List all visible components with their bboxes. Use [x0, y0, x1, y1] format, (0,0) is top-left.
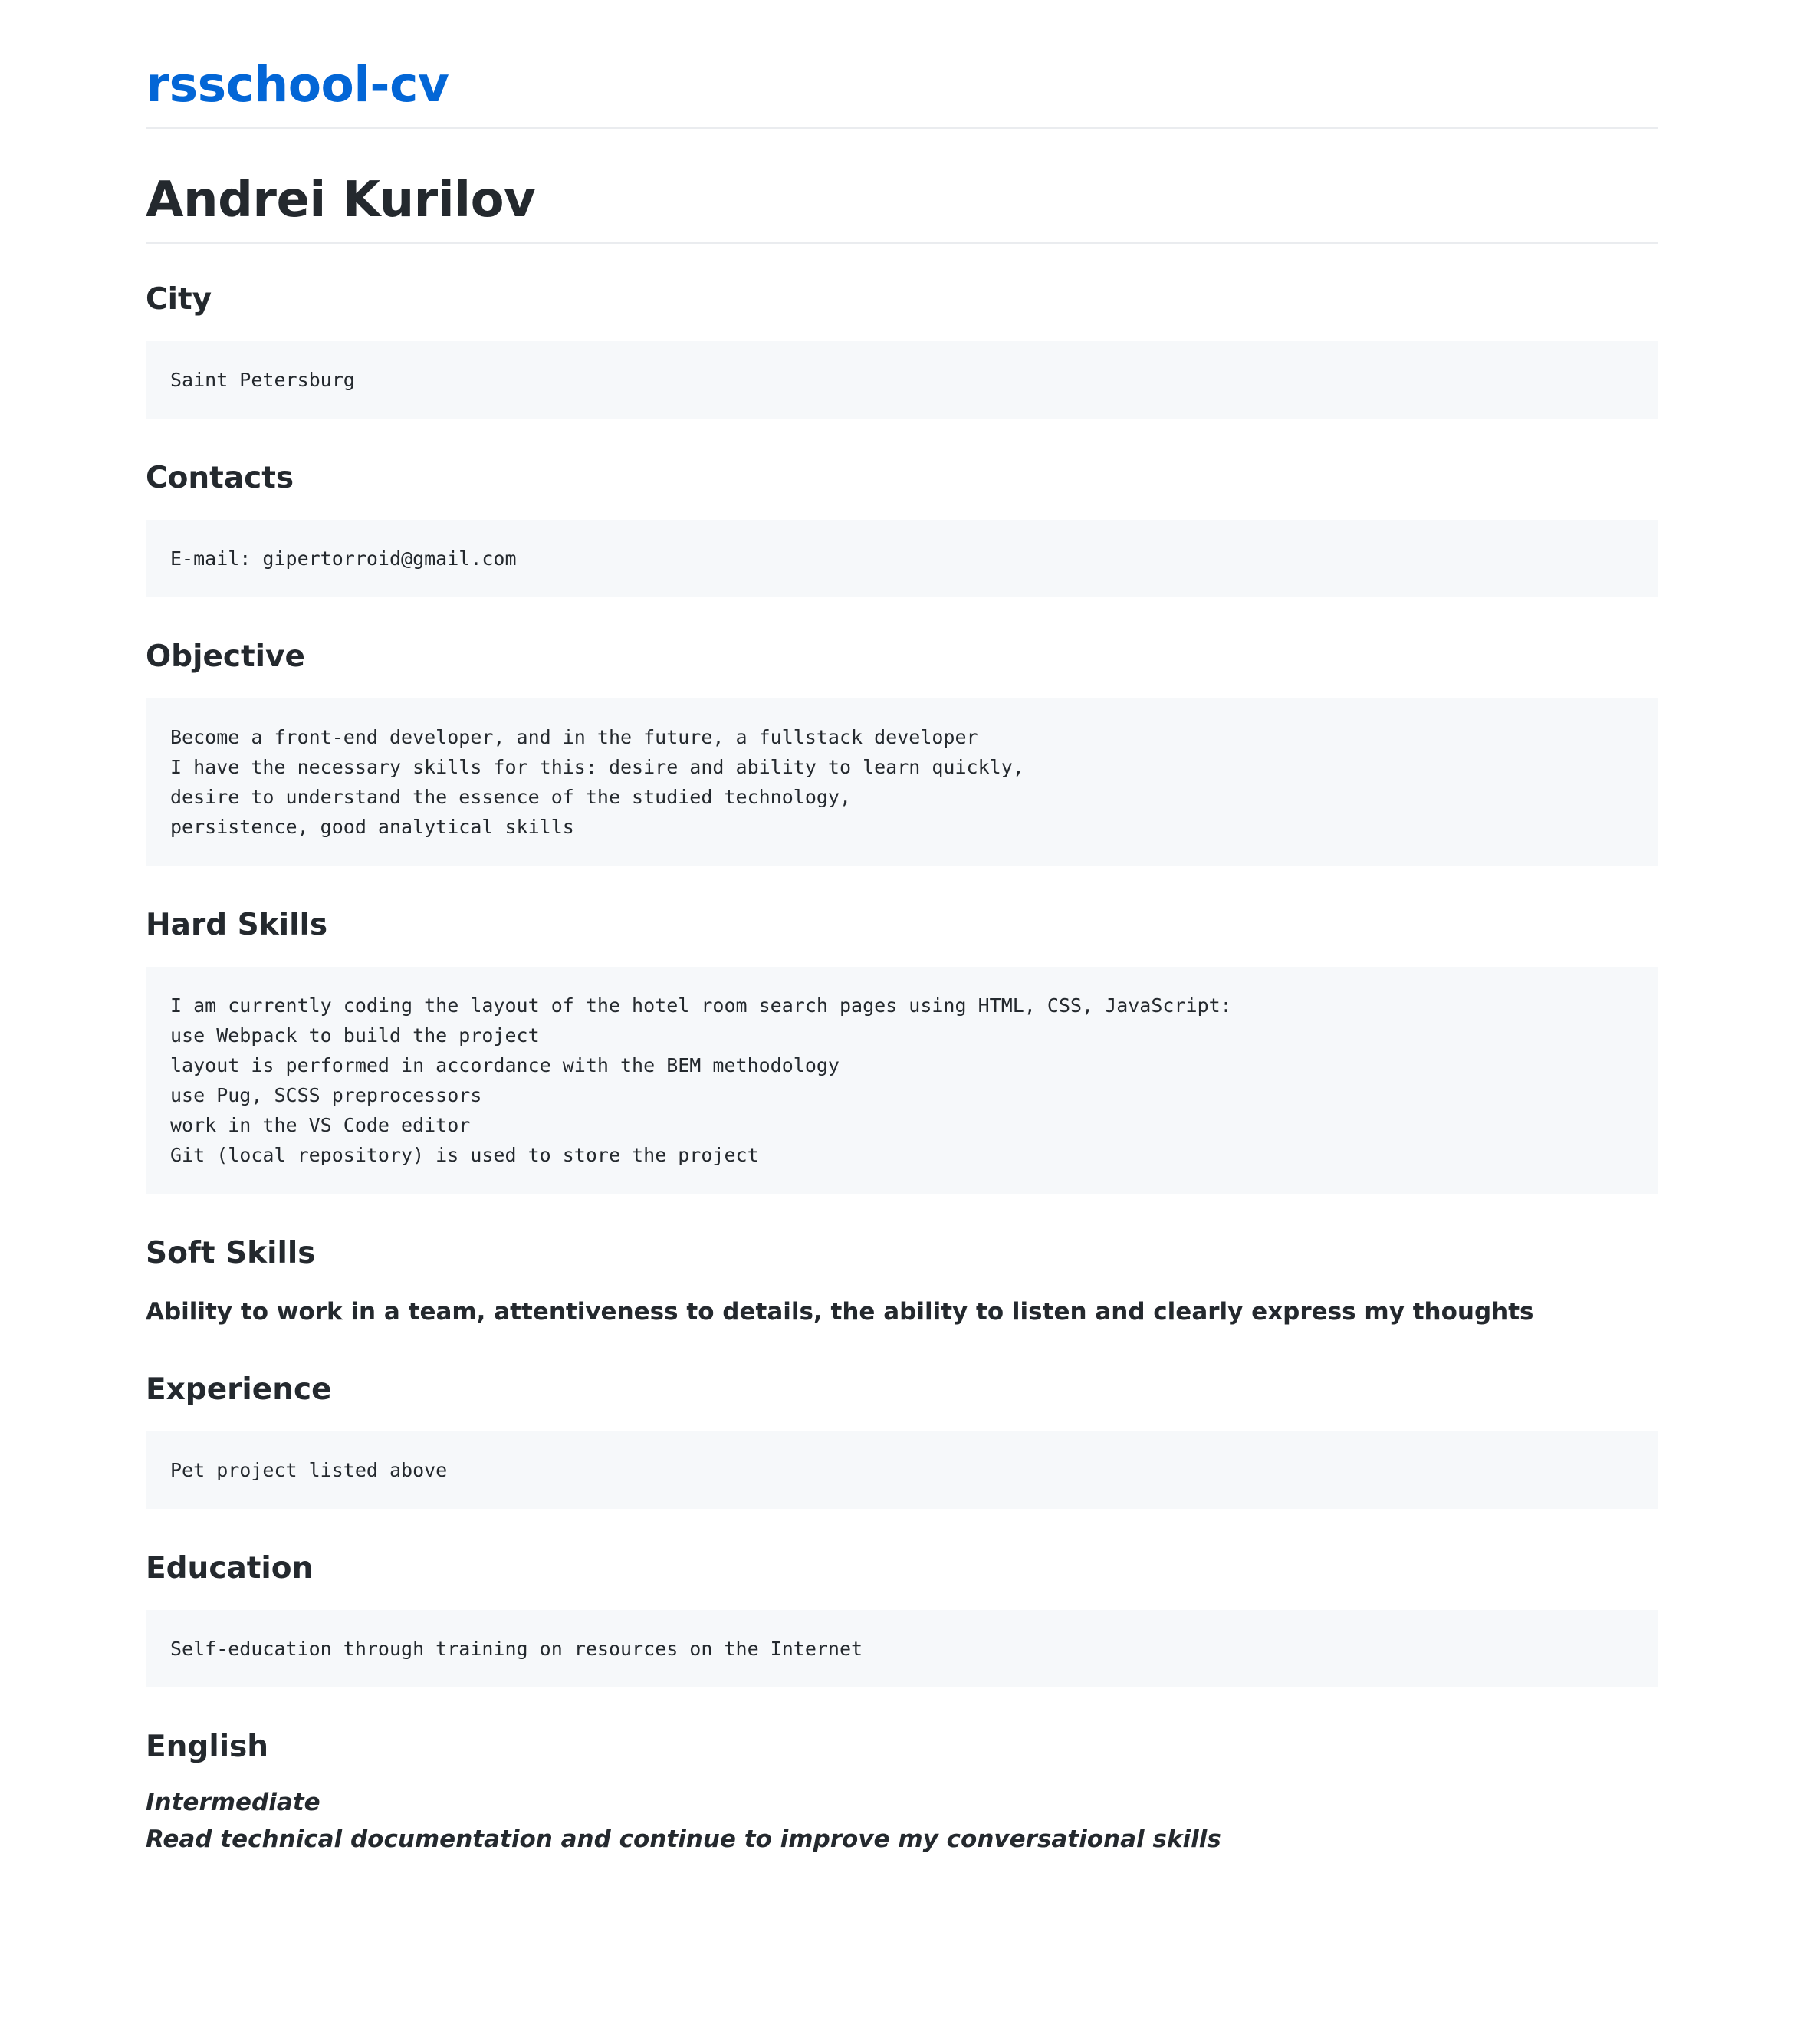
code-block-experience: Pet project listed above [146, 1431, 1658, 1509]
section-contacts: Contacts E-mail: gipertorroid@gmail.com [146, 458, 1658, 597]
section-objective: Objective Become a front-end developer, … [146, 637, 1658, 866]
code-line: Self-education through training on resou… [170, 1638, 863, 1660]
section-heading-hard-skills: Hard Skills [146, 908, 328, 942]
english-note: Read technical documentation and continu… [146, 1825, 1221, 1853]
section-soft-skills: Soft Skills Ability to work in a team, a… [146, 1234, 1658, 1330]
section-heading-education: Education [146, 1551, 314, 1586]
soft-skills-text: Ability to work in a team, attentiveness… [146, 1298, 1534, 1326]
code-block-contacts: E-mail: gipertorroid@gmail.com [146, 520, 1658, 597]
section-city: City Saint Petersburg [146, 280, 1658, 419]
section-experience: Experience Pet project listed above [146, 1370, 1658, 1509]
code-block-objective: Become a front-end developer, and in the… [146, 698, 1658, 866]
code-line: Saint Petersburg [170, 369, 355, 391]
section-heading-soft-skills: Soft Skills [146, 1236, 316, 1270]
code-line: E-mail: gipertorroid@gmail.com [170, 547, 517, 570]
section-heading-contacts: Contacts [146, 461, 294, 495]
code-block-hard-skills: I am currently coding the layout of the … [146, 967, 1658, 1194]
english-level: Intermediate [146, 1789, 320, 1816]
code-line: Git (local repository) is used to store … [170, 1144, 759, 1166]
code-block-education: Self-education through training on resou… [146, 1610, 1658, 1687]
code-line: I have the necessary skills for this: de… [170, 756, 1024, 778]
site-title-link[interactable]: rsschool-cv [146, 0, 1658, 120]
code-line: work in the VS Code editor [170, 1114, 471, 1136]
code-line: use Webpack to build the project [170, 1024, 540, 1047]
code-line: Become a front-end developer, and in the… [170, 726, 978, 748]
section-english: English Intermediate Read technical docu… [146, 1727, 1658, 1858]
title-divider [146, 242, 1658, 244]
section-heading-city: City [146, 282, 212, 317]
page-content: rsschool-cv Andrei Kurilov City Saint Pe… [146, 0, 1658, 1853]
section-heading-english: English [146, 1730, 269, 1764]
code-line: layout is performed in accordance with t… [170, 1054, 840, 1076]
code-line: persistence, good analytical skills [170, 816, 574, 838]
code-line: I am currently coding the layout of the … [170, 994, 1232, 1017]
section-heading-experience: Experience [146, 1372, 332, 1407]
code-block-city: Saint Petersburg [146, 341, 1658, 419]
header-divider [146, 127, 1658, 129]
page-title: Andrei Kurilov [146, 172, 536, 228]
section-education: Education Self-education through trainin… [146, 1549, 1658, 1687]
code-line: Pet project listed above [170, 1459, 448, 1481]
code-line: use Pug, SCSS preprocessors [170, 1084, 482, 1106]
section-heading-objective: Objective [146, 639, 305, 674]
section-hard-skills: Hard Skills I am currently coding the la… [146, 905, 1658, 1194]
code-line: desire to understand the essence of the … [170, 786, 852, 808]
